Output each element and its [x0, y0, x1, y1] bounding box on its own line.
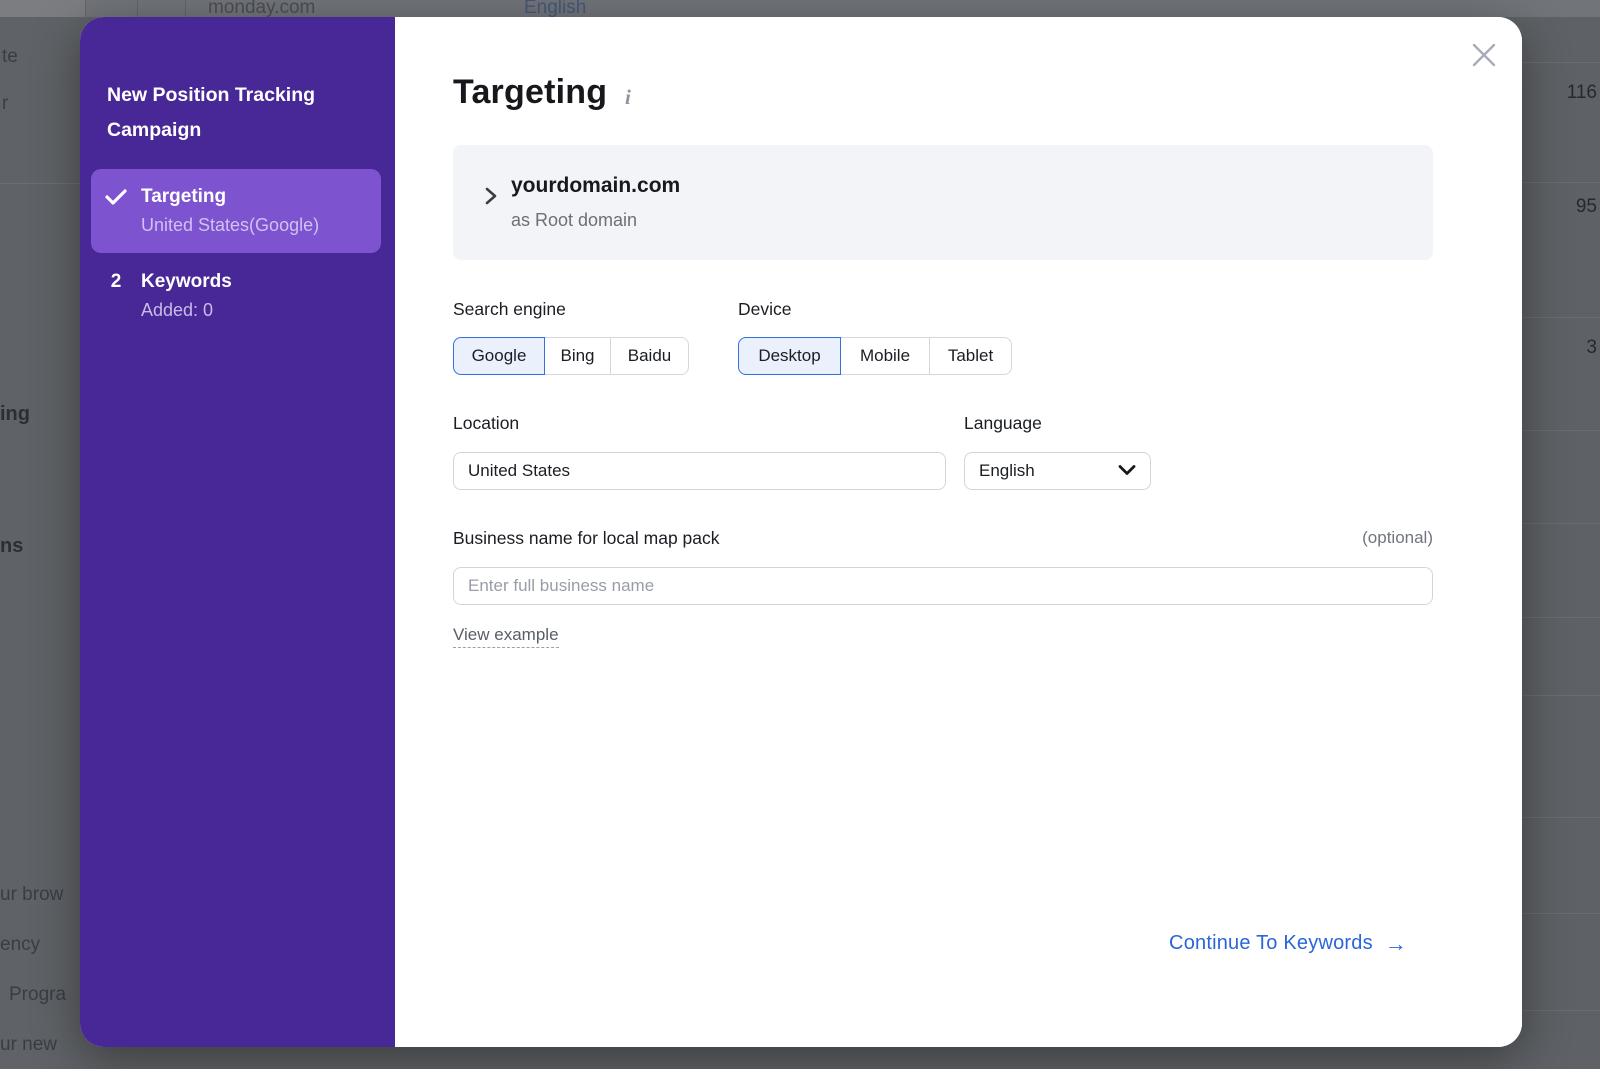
segment-bing[interactable]: Bing	[544, 337, 611, 375]
bg-row-divider	[1522, 430, 1600, 431]
background-top-bar: monday.com English	[0, 0, 1600, 17]
bg-text-fragment: ency	[0, 934, 40, 956]
background-right-column: 116 95 3	[1522, 17, 1600, 1069]
background-domain-text: monday.com	[208, 0, 315, 17]
segment-google[interactable]: Google	[453, 337, 545, 375]
chevron-down-icon	[1118, 461, 1136, 481]
bg-row-divider	[1522, 695, 1600, 696]
check-icon	[105, 188, 127, 211]
device-label: Device	[738, 299, 792, 320]
bg-row-divider	[1522, 1010, 1600, 1011]
language-selected-value: English	[979, 461, 1035, 481]
domain-name: yourdomain.com	[511, 174, 680, 198]
segment-baidu[interactable]: Baidu	[610, 337, 689, 375]
wizard-step-keywords[interactable]: 2 Keywords Added: 0	[91, 270, 381, 322]
wizard-step-targeting[interactable]: Targeting United States(Google)	[91, 169, 381, 253]
close-icon[interactable]	[1468, 39, 1500, 71]
wizard-title: New Position Tracking Campaign	[107, 78, 375, 148]
location-label: Location	[453, 413, 519, 434]
step-number: 2	[111, 270, 122, 322]
bg-metric-value: 95	[1576, 196, 1597, 218]
business-name-input[interactable]	[453, 567, 1433, 605]
bg-text-fragment: ns	[0, 535, 23, 558]
bg-text-fragment: ur brow	[0, 884, 63, 906]
bg-row-divider	[1522, 317, 1600, 318]
bg-row-divider	[1522, 913, 1600, 914]
language-label: Language	[964, 413, 1042, 434]
bg-text-fragment: ur new	[0, 1034, 57, 1056]
location-input[interactable]	[453, 452, 946, 490]
segment-desktop[interactable]: Desktop	[738, 337, 841, 375]
continue-label: Continue To Keywords	[1169, 932, 1373, 955]
step-label: Targeting	[141, 185, 381, 209]
search-engine-label: Search engine	[453, 299, 566, 320]
targeting-step-content: Targeting i yourdomain.com as Root domai…	[395, 17, 1522, 1047]
domain-scope: as Root domain	[511, 210, 637, 231]
segment-tablet[interactable]: Tablet	[929, 337, 1012, 375]
info-icon[interactable]: i	[625, 85, 631, 110]
search-engine-segmented-control: Google Bing Baidu	[453, 337, 689, 375]
arrow-right-icon: →	[1385, 933, 1407, 955]
background-table-divider	[185, 0, 186, 17]
bg-row-divider	[1522, 62, 1600, 63]
step-sublabel: United States(Google)	[141, 213, 381, 237]
bg-text-fragment: ing	[0, 403, 30, 426]
bg-text-fragment: te	[2, 46, 18, 68]
bg-row-divider	[1522, 523, 1600, 524]
background-language-text: English	[524, 0, 586, 17]
step-sublabel: Added: 0	[141, 298, 381, 322]
language-select[interactable]: English	[964, 452, 1151, 490]
bg-text-fragment: r	[2, 93, 8, 115]
domain-summary-box[interactable]: yourdomain.com as Root domain	[453, 145, 1433, 260]
chevron-right-icon	[482, 185, 500, 212]
background-table-divider	[137, 0, 138, 17]
bg-metric-value: 3	[1586, 337, 1597, 359]
bg-row-divider	[1522, 817, 1600, 818]
device-segmented-control: Desktop Mobile Tablet	[738, 337, 1012, 375]
business-name-label: Business name for local map pack	[453, 528, 720, 549]
continue-to-keywords-button[interactable]: Continue To Keywords →	[1169, 932, 1407, 955]
page-title: Targeting	[453, 73, 607, 112]
background-row-divider	[0, 183, 80, 184]
bg-row-divider	[1522, 617, 1600, 618]
new-campaign-modal: New Position Tracking Campaign Targeting…	[80, 17, 1522, 1047]
bg-row-divider	[1522, 182, 1600, 183]
view-example-link[interactable]: View example	[453, 625, 559, 648]
background-top-bar-cell	[0, 0, 86, 17]
optional-note: (optional)	[1362, 528, 1433, 548]
segment-mobile[interactable]: Mobile	[840, 337, 930, 375]
step-label: Keywords	[141, 270, 381, 294]
campaign-wizard-sidebar: New Position Tracking Campaign Targeting…	[80, 17, 395, 1047]
bg-metric-value: 116	[1567, 82, 1597, 104]
bg-text-fragment: Progra	[9, 984, 66, 1006]
